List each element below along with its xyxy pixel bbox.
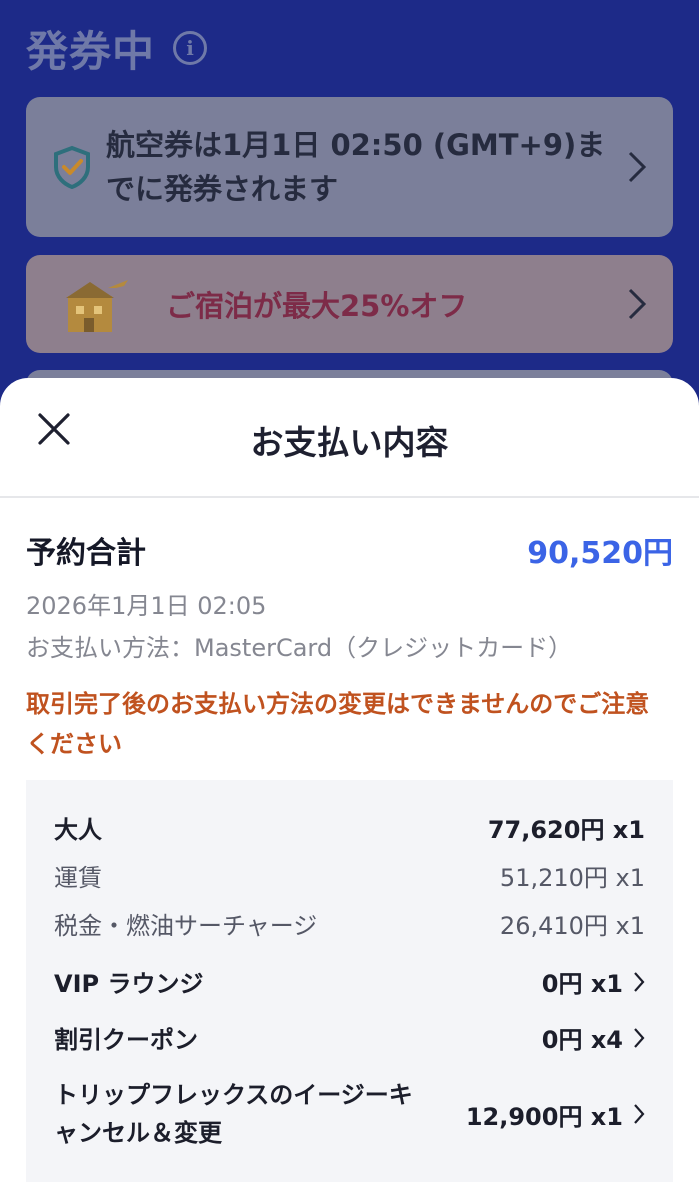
payment-details-sheet: お支払い内容 予約合計 90,520円 2026年1月1日 02:05 お支払い… — [0, 378, 699, 1200]
breakdown-value: 0円 x1 — [541, 970, 623, 998]
breakdown-label: VIP ラウンジ — [54, 970, 204, 998]
breakdown-value-group: 12,900円 x1 — [466, 1097, 645, 1132]
breakdown-value: 51,210円 x1 — [499, 864, 645, 892]
ticketing-notice-card[interactable]: 航空券は1月1日 02:50 (GMT+9)までに発券されます — [26, 97, 673, 237]
chevron-right-icon — [634, 1027, 645, 1048]
page-title: 発券中 — [26, 26, 156, 76]
chevron-right-icon — [628, 288, 647, 320]
breakdown-label: 税金・燃油サーチャージ — [54, 912, 318, 940]
total-amount: 90,520円 — [527, 536, 673, 571]
breakdown-row-vip-lounge[interactable]: VIP ラウンジ 0円 x1 — [54, 964, 645, 999]
breakdown-value-group: 0円 x4 — [542, 1020, 645, 1055]
ticketing-notice-text: 航空券は1月1日 02:50 (GMT+9)までに発券されます — [106, 128, 606, 206]
breakdown-label: 運賃 — [54, 864, 102, 892]
chevron-right-icon — [634, 971, 645, 992]
hotel-offer-card[interactable]: ご宿泊が最大25%オフ — [26, 255, 673, 353]
price-breakdown: 大人 77,620円 x1 運賃 51,210円 x1 税金・燃油サーチャージ … — [26, 780, 673, 1182]
breakdown-label: 大人 — [54, 816, 102, 844]
booking-date: 2026年1月1日 02:05 — [26, 592, 267, 620]
breakdown-value: 26,410円 x1 — [499, 912, 645, 940]
chevron-right-icon — [628, 151, 647, 183]
info-icon[interactable]: i — [173, 31, 208, 65]
sheet-header: お支払い内容 — [0, 378, 699, 498]
payment-warning: 取引完了後のお支払い方法の変更はできませんのでご注意ください — [26, 690, 650, 758]
booking-total-row: 予約合計 90,520円 — [26, 528, 673, 572]
total-label: 予約合計 — [26, 536, 146, 571]
breakdown-row-coupon[interactable]: 割引クーポン 0円 x4 — [54, 1020, 645, 1055]
breakdown-value: 0円 x4 — [541, 1026, 623, 1054]
payment-method: お支払い方法：MasterCard（クレジットカード） — [26, 634, 573, 662]
breakdown-value-group: 0円 x1 — [542, 964, 645, 999]
breakdown-row-taxes: 税金・燃油サーチャージ 26,410円 x1 — [54, 906, 645, 941]
breakdown-row-adult: 大人 77,620円 x1 — [54, 810, 645, 845]
breakdown-row-tripflex[interactable]: トリップフレックスのイージーキャンセル＆変更 12,900円 x1 — [54, 1076, 645, 1152]
breakdown-label: 割引クーポン — [54, 1026, 198, 1054]
breakdown-row-fare: 運賃 51,210円 x1 — [54, 858, 645, 893]
breakdown-value: 12,900円 x1 — [465, 1102, 623, 1131]
page-title-row: 発券中 i — [26, 22, 208, 76]
shield-check-icon — [54, 145, 90, 189]
breakdown-label: トリップフレックスのイージーキャンセル＆変更 — [54, 1081, 413, 1147]
chevron-right-icon — [634, 1104, 645, 1124]
sheet-title: お支払い内容 — [250, 423, 449, 462]
hotel-plane-icon — [66, 280, 128, 332]
breakdown-value: 77,620円 x1 — [487, 816, 645, 844]
hotel-offer-text: ご宿泊が最大25%オフ — [166, 289, 468, 323]
